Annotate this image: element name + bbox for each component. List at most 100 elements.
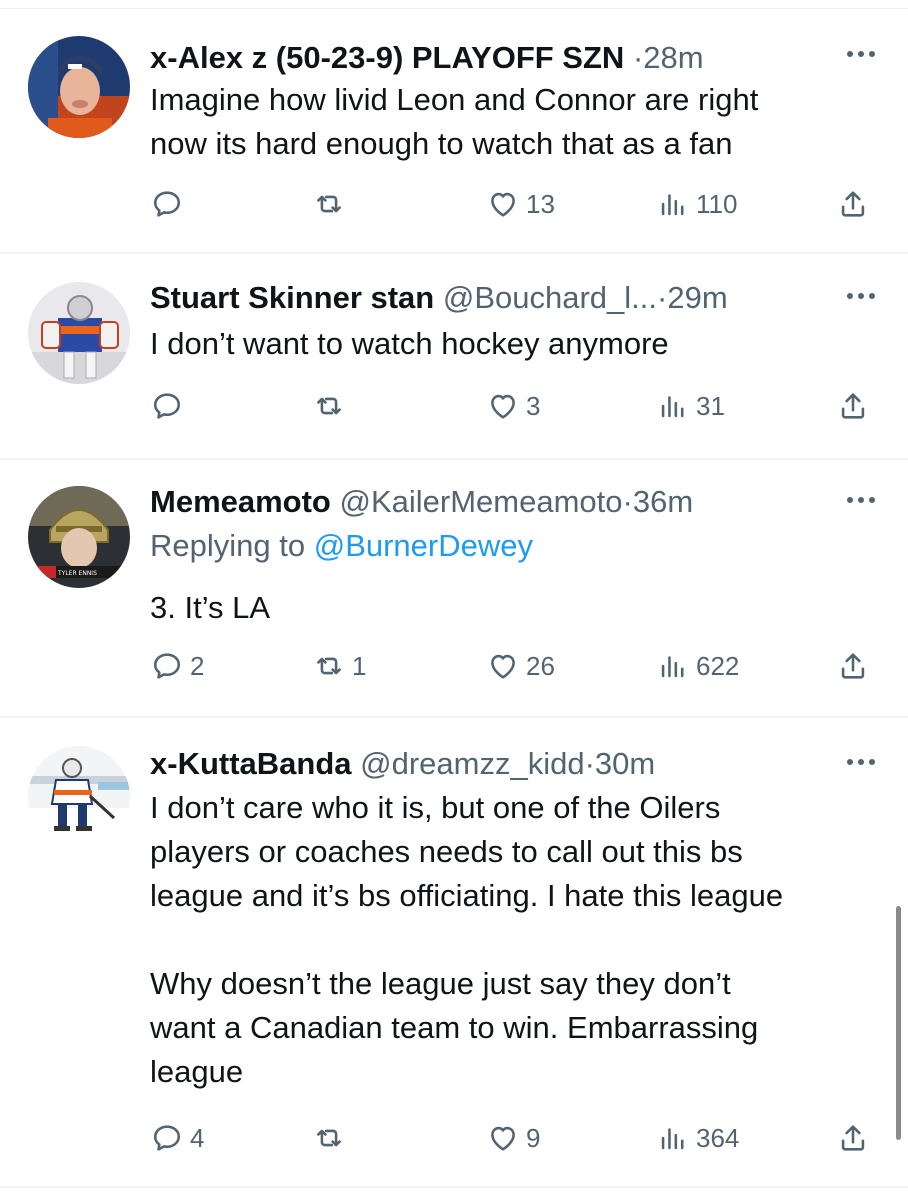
like-icon — [491, 654, 515, 679]
views-button[interactable]: 364 — [656, 1120, 739, 1156]
share-icon — [841, 191, 865, 217]
top-divider — [0, 8, 908, 9]
share-button[interactable] — [836, 648, 870, 684]
timestamp[interactable]: 29m — [667, 280, 727, 315]
views-button[interactable]: 622 — [656, 648, 739, 684]
handle[interactable]: @Bouchard_l... — [443, 280, 657, 315]
avatar-image — [28, 36, 130, 138]
like-icon — [491, 1126, 515, 1151]
reply-icon — [153, 653, 181, 679]
share-icon — [841, 393, 865, 419]
tweet[interactable]: x-Alex z (50-23-9) PLAYOFF SZN ·28m Imag… — [0, 10, 908, 254]
retweet-button[interactable] — [312, 186, 352, 222]
tweet[interactable]: TYLER ENNIS Memeamoto @KailerMemeamoto·3… — [0, 460, 908, 718]
like-button[interactable]: 3 — [486, 388, 540, 424]
reply-button[interactable] — [150, 186, 190, 222]
tweet-header: Memeamoto @KailerMemeamoto·36m — [150, 482, 848, 522]
tweet-text: 3. It’s LA — [150, 590, 271, 625]
tweet-actions: 3 31 — [150, 388, 890, 424]
retweet-icon — [317, 397, 341, 415]
timestamp[interactable]: 28m — [643, 40, 703, 75]
reply-count: 4 — [190, 1122, 205, 1153]
views-count: 622 — [696, 650, 740, 681]
views-icon — [661, 1128, 684, 1150]
reply-count: 2 — [190, 650, 205, 681]
avatar[interactable]: TYLER ENNIS — [28, 486, 130, 588]
views-icon — [661, 396, 684, 418]
like-count: 9 — [526, 1122, 541, 1153]
retweet-button[interactable] — [312, 388, 352, 424]
replying-to-user[interactable]: @BurnerDewey — [314, 528, 533, 563]
like-button[interactable]: 9 — [486, 1120, 540, 1156]
tweet-text: I don’t want to watch hockey anymore — [150, 326, 669, 361]
separator-dot: · — [584, 746, 595, 781]
reply-icon — [153, 191, 181, 217]
like-button[interactable]: 13 — [486, 186, 555, 222]
more-icon[interactable] — [844, 756, 878, 768]
timestamp[interactable]: 36m — [633, 484, 693, 519]
more-icon[interactable] — [844, 48, 878, 60]
views-button[interactable]: 31 — [656, 388, 725, 424]
replying-to-label: Replying to — [150, 528, 306, 563]
share-icon — [841, 653, 865, 679]
retweet-count: 1 — [352, 650, 367, 681]
share-button[interactable] — [836, 388, 870, 424]
separator-dot: · — [657, 280, 668, 315]
avatar[interactable] — [28, 282, 130, 384]
like-count: 26 — [526, 650, 555, 681]
timestamp[interactable]: 30m — [595, 746, 655, 781]
avatar-image: TYLER ENNIS — [28, 486, 130, 588]
retweet-icon — [317, 657, 341, 675]
share-icon — [841, 1125, 865, 1151]
handle[interactable]: @dreamzz_kidd — [360, 746, 584, 781]
tweet-header: Stuart Skinner stan @Bouchard_l...·29m — [150, 278, 848, 318]
display-name[interactable]: x-KuttaBanda — [150, 746, 352, 781]
views-count: 31 — [696, 390, 725, 421]
tweet-text: Imagine how livid Leon and Connor are ri… — [150, 82, 759, 161]
tweet-actions: 4 9 364 — [150, 1120, 890, 1156]
views-button[interactable]: 110 — [656, 186, 737, 222]
retweet-button[interactable]: 1 — [312, 648, 366, 684]
reply-button[interactable]: 2 — [150, 648, 204, 684]
tweet-actions: 13 110 — [150, 186, 890, 222]
scrollbar[interactable] — [896, 906, 901, 1140]
reply-icon — [153, 1125, 181, 1151]
views-count: 364 — [696, 1122, 740, 1153]
share-button[interactable] — [836, 186, 870, 222]
tweet-header: x-Alex z (50-23-9) PLAYOFF SZN ·28m — [150, 38, 848, 78]
reply-button[interactable]: 4 — [150, 1120, 204, 1156]
more-icon[interactable] — [844, 494, 878, 506]
avatar-image — [28, 746, 130, 848]
views-icon — [661, 194, 684, 216]
display-name[interactable]: Memeamoto — [150, 484, 331, 519]
reply-button[interactable] — [150, 388, 190, 424]
retweet-icon — [317, 1129, 341, 1147]
reply-icon — [153, 393, 181, 419]
handle[interactable]: @KailerMemeamoto — [340, 484, 623, 519]
retweet-icon — [317, 195, 341, 213]
separator-dot: · — [632, 40, 644, 75]
avatar-image — [28, 282, 130, 384]
display-name[interactable]: Stuart Skinner stan — [150, 280, 434, 315]
retweet-button[interactable] — [312, 1120, 352, 1156]
views-count: 110 — [696, 188, 738, 219]
share-button[interactable] — [836, 1120, 870, 1156]
avatar-caption: TYLER ENNIS — [57, 570, 97, 577]
tweet-header: x-KuttaBanda @dreamzz_kidd·30m — [150, 744, 848, 784]
tweet-text: I don’t care who it is, but one of the O… — [150, 790, 784, 1089]
like-icon — [491, 394, 515, 419]
display-name[interactable]: x-Alex z (50-23-9) PLAYOFF SZN — [150, 40, 624, 75]
tweet[interactable]: x-KuttaBanda @dreamzz_kidd·30m I don’t c… — [0, 718, 908, 1188]
separator-dot: · — [622, 484, 633, 519]
like-button[interactable]: 26 — [486, 648, 555, 684]
like-count: 13 — [526, 188, 555, 219]
views-icon — [661, 656, 684, 678]
like-icon — [491, 192, 515, 217]
tweet[interactable]: Stuart Skinner stan @Bouchard_l...·29m I… — [0, 254, 908, 460]
like-count: 3 — [526, 390, 541, 421]
tweet-actions: 2 1 26 622 — [150, 648, 890, 684]
replying-to: Replying to @BurnerDewey — [150, 526, 533, 566]
avatar[interactable] — [28, 36, 130, 138]
more-icon[interactable] — [844, 290, 878, 302]
avatar[interactable] — [28, 746, 130, 848]
